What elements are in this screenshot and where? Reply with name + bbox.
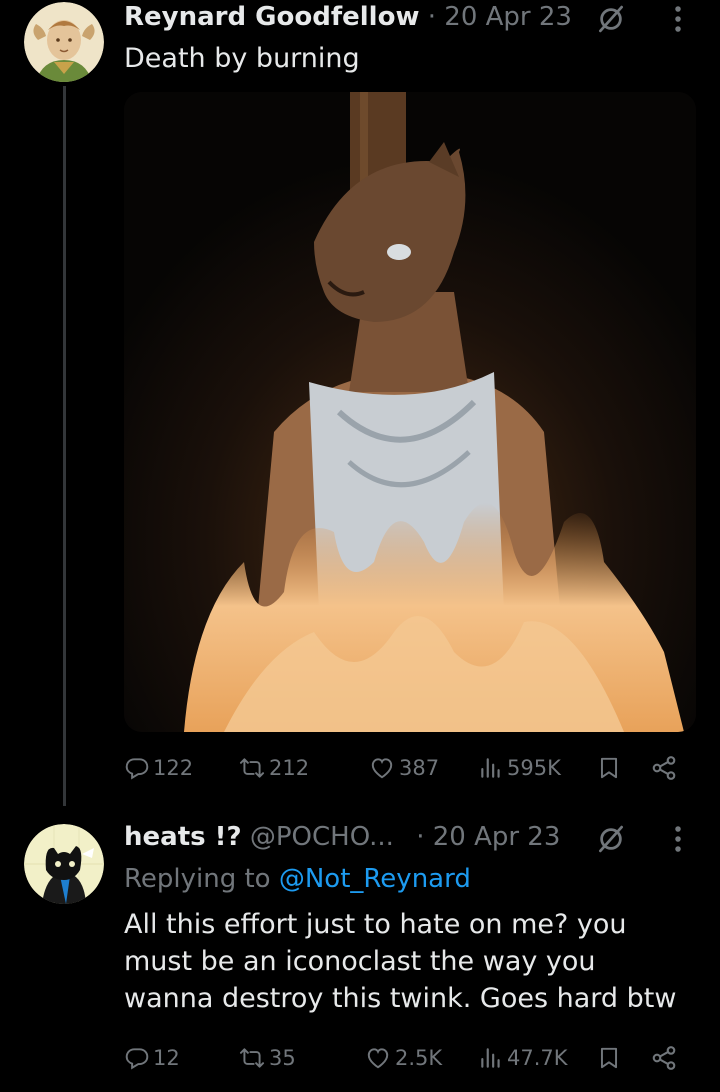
tweet-actions: 122 212 387 595K xyxy=(124,750,696,786)
like-icon xyxy=(368,755,396,781)
repost-button[interactable]: 35 xyxy=(238,1040,296,1076)
tweet-header: heats !? @POCHO... · 20 Apr 23 xyxy=(124,820,560,854)
reply-icon xyxy=(124,1045,150,1071)
share-icon xyxy=(650,1044,678,1072)
tweet-actions: 12 35 2.5K 47.7K xyxy=(124,1040,696,1076)
repost-count: 212 xyxy=(269,756,310,780)
display-name[interactable]: heats !? xyxy=(124,822,242,852)
like-count: 2.5K xyxy=(395,1046,443,1070)
separator-dot: · xyxy=(416,822,425,852)
tweet-date[interactable]: 20 Apr 23 xyxy=(433,822,561,852)
views-button[interactable]: 595K xyxy=(478,750,561,786)
grok-icon[interactable] xyxy=(596,4,626,34)
bookmark-icon xyxy=(596,1044,622,1072)
repost-icon xyxy=(238,1045,266,1071)
avatar-reynard[interactable] xyxy=(24,2,104,82)
tweet-date[interactable]: 20 Apr 23 xyxy=(444,2,572,32)
bookmark-button[interactable] xyxy=(596,1040,622,1076)
handle[interactable]: @POCHO... xyxy=(250,822,394,852)
reply-button[interactable]: 12 xyxy=(124,1040,180,1076)
share-icon xyxy=(650,754,678,782)
more-icon[interactable] xyxy=(672,4,684,34)
tweet-text-line: wanna destroy this twink. Goes hard btw xyxy=(124,983,677,1014)
repost-count: 35 xyxy=(269,1046,296,1070)
tweet-heats[interactable]: heats !? @POCHO... · 20 Apr 23 Replying … xyxy=(0,814,720,1092)
like-button[interactable]: 2.5K xyxy=(364,1040,442,1076)
repost-icon xyxy=(238,755,266,781)
tweet-text-line: must be an iconoclast the way you xyxy=(124,946,596,977)
replying-prefix: Replying to xyxy=(124,864,271,894)
tweet-text-line: All this effort just to hate on me? you xyxy=(124,909,627,940)
tweet-header: Reynard Goodfellow · 20 Apr 23 xyxy=(124,0,572,34)
more-icon[interactable] xyxy=(672,824,684,854)
views-count: 595K xyxy=(507,756,561,780)
reply-count: 122 xyxy=(153,756,194,780)
views-icon xyxy=(478,1045,504,1071)
bookmark-button[interactable] xyxy=(596,750,622,786)
reply-button[interactable]: 122 xyxy=(124,750,193,786)
reply-count: 12 xyxy=(153,1046,180,1070)
separator-dot: · xyxy=(427,2,437,32)
share-button[interactable] xyxy=(650,750,678,786)
views-icon xyxy=(478,755,504,781)
like-count: 387 xyxy=(399,756,440,780)
tweet-text: All this effort just to hate on me? you … xyxy=(124,906,676,1017)
tweet-reynard[interactable]: Reynard Goodfellow · 20 Apr 23 Death by … xyxy=(0,0,720,806)
like-button[interactable]: 387 xyxy=(368,750,439,786)
tweet-text: Death by burning xyxy=(124,43,360,74)
grok-icon[interactable] xyxy=(596,824,626,854)
views-button[interactable]: 47.7K xyxy=(478,1040,568,1076)
repost-button[interactable]: 212 xyxy=(238,750,309,786)
tweet-image[interactable] xyxy=(124,92,696,732)
replying-to-link[interactable]: @Not_Reynard xyxy=(279,864,471,894)
replying-to: Replying to @Not_Reynard xyxy=(124,862,471,896)
like-icon xyxy=(364,1045,392,1071)
share-button[interactable] xyxy=(650,1040,678,1076)
bookmark-icon xyxy=(596,754,622,782)
avatar-heats[interactable] xyxy=(24,824,104,904)
reply-icon xyxy=(124,755,150,781)
views-count: 47.7K xyxy=(507,1046,568,1070)
thread-line xyxy=(63,86,66,806)
display-name[interactable]: Reynard Goodfellow xyxy=(124,2,419,32)
